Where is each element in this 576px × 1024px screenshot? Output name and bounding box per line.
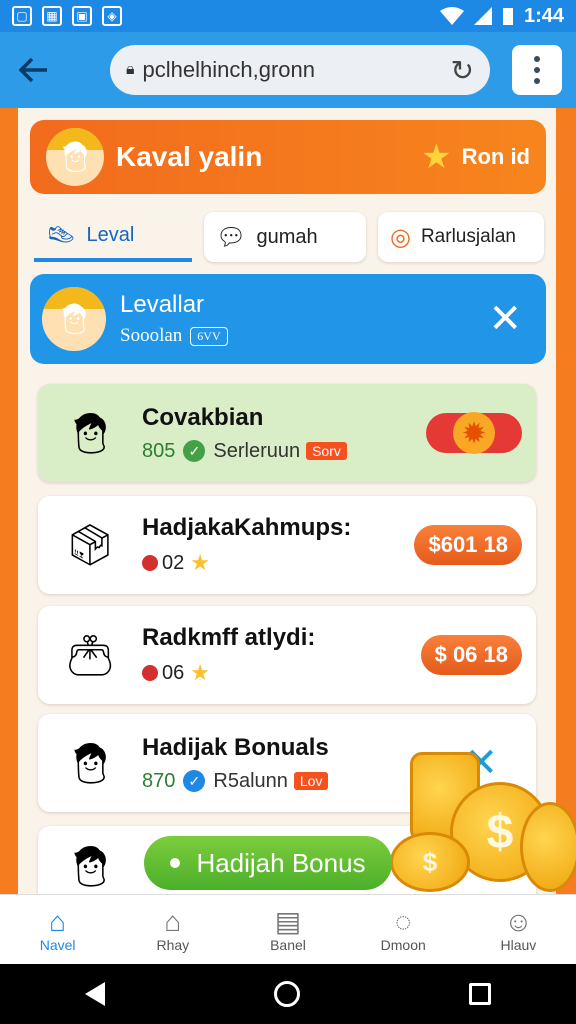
price-button[interactable]: $601 18 (414, 525, 522, 565)
close-icon[interactable]: ✕ (488, 296, 522, 342)
url-bar[interactable]: 🔒︎ pclhelhinch,gronn ↻ (110, 45, 490, 95)
dollar-coin-icon: $ (390, 832, 470, 892)
signal-icon (473, 7, 492, 25)
notice-title: Levallar (120, 291, 205, 318)
gear-icon: ✹ (453, 412, 495, 454)
wallet-icon: 👛︎ (64, 632, 116, 679)
chat-icon: 💬︎ (216, 223, 247, 251)
star-icon: ★ (190, 550, 210, 575)
item-value: 805 (142, 439, 176, 462)
coin-icon (520, 802, 576, 892)
status-bar: ▢ ▦ ▣ ◈ 1:44 (0, 0, 576, 32)
rank-label[interactable]: Ron id (462, 144, 530, 170)
coins-illustration: $ $ (380, 742, 576, 894)
action-button[interactable]: ✹ (426, 412, 522, 454)
wifi-icon (439, 7, 464, 25)
avatar: 🧒︎ (42, 287, 106, 351)
notice-banner: 🧒︎ Levallar Sooolan 6VV ✕ (30, 274, 546, 364)
nav-rhay[interactable]: ⌂ Rhay (115, 895, 230, 964)
tab-leval[interactable]: 👟︎ Leval (34, 212, 192, 262)
list-item[interactable]: 🧒︎ Covakbian 805 ✓ Serleruun Sorv ✹ (38, 384, 536, 482)
shoe-icon: 👟︎ (46, 221, 77, 249)
status-badge: Sorv (306, 442, 347, 460)
notice-subtitle: Sooolan (120, 325, 183, 346)
menu-button[interactable] (512, 45, 562, 95)
list-item[interactable]: 👛︎ Radkmff atlydi: 06 ★ $ 06 18 (38, 606, 536, 704)
avatar: 🧒︎ (64, 740, 116, 787)
lock-icon: 🔒︎ (126, 61, 135, 78)
home-icon: ⌂ (49, 905, 67, 937)
item-title: Covakbian (142, 403, 264, 431)
page-title: Kaval yalin (116, 141, 263, 172)
tab-gumah[interactable]: 💬︎ gumah (204, 212, 366, 262)
system-nav (0, 964, 576, 1024)
avatar: 🧒︎ (64, 843, 116, 890)
document-icon: ▤ (274, 905, 302, 937)
check-icon: ✓ (183, 440, 206, 462)
avatar: 🧒︎ (64, 410, 116, 457)
bonus-button[interactable]: Hadijah Bonus (144, 836, 392, 890)
item-value: 06 (162, 661, 185, 684)
tab-rarlusjalan[interactable]: ◎ Rarlusjalan (378, 212, 544, 262)
grid-icon: ▦ (42, 6, 62, 26)
verified-icon: ✓ (183, 770, 206, 792)
ruby-icon (142, 555, 158, 571)
price-button[interactable]: $ 06 18 (420, 635, 522, 675)
store-icon: ⌂ (164, 905, 182, 937)
status-badge: Lov (293, 772, 329, 790)
back-button[interactable] (14, 50, 54, 90)
bottom-nav: ⌂ Navel ⌂ Rhay ▤ Banel ◌ Dmoon ☺ Hlauv (0, 894, 576, 964)
image-icon: ▢ (12, 6, 32, 26)
reload-icon[interactable]: ↻ (451, 54, 474, 87)
avatar: 🧒︎ (46, 128, 104, 186)
tab-bar: 👟︎ Leval 💬︎ gumah ◎ Rarlusjalan (34, 212, 546, 264)
system-recents-icon[interactable] (469, 983, 492, 1005)
box-icon: 📦︎ (64, 522, 116, 569)
item-value: 02 (162, 551, 185, 574)
nav-navel[interactable]: ⌂ Navel (0, 895, 115, 964)
url-text: pclhelhinch,gronn (142, 57, 315, 82)
item-title: HadjakaKahmups: (142, 514, 352, 541)
photo-icon: ▣ (72, 6, 92, 26)
list-item[interactable]: 📦︎ HadjakaKahmups: 02 ★ $601 18 (38, 496, 536, 594)
item-label: Serleruun (213, 439, 301, 462)
target-icon: ◎ (390, 223, 411, 251)
clock: 1:44 (523, 4, 564, 27)
arrow-left-icon (19, 57, 47, 83)
nav-hlauv[interactable]: ☺ Hlauv (461, 895, 576, 964)
bag-icon: ◈ (102, 6, 122, 26)
item-value: 870 (142, 769, 176, 792)
battery-icon (502, 8, 513, 25)
ruby-icon (142, 665, 158, 681)
nav-dmoon[interactable]: ◌ Dmoon (346, 895, 461, 964)
notice-chip: 6VV (190, 326, 228, 346)
system-home-icon[interactable] (273, 981, 300, 1007)
page-header: 🧒︎ Kaval yalin ★ Ron id (30, 120, 546, 194)
chat-bubble-icon: ◌ (394, 905, 412, 937)
item-label: R5alunn (213, 769, 288, 792)
user-icon: ☺ (504, 905, 533, 937)
system-back-icon[interactable] (84, 982, 105, 1006)
browser-toolbar: 🔒︎ pclhelhinch,gronn ↻ (0, 32, 576, 108)
item-title: Radkmff atlydi: (142, 624, 316, 651)
nav-banel[interactable]: ▤ Banel (230, 895, 345, 964)
item-title: Hadijak Bonuals (142, 733, 329, 761)
star-icon: ★ (190, 660, 210, 685)
star-icon: ★ (421, 137, 452, 177)
